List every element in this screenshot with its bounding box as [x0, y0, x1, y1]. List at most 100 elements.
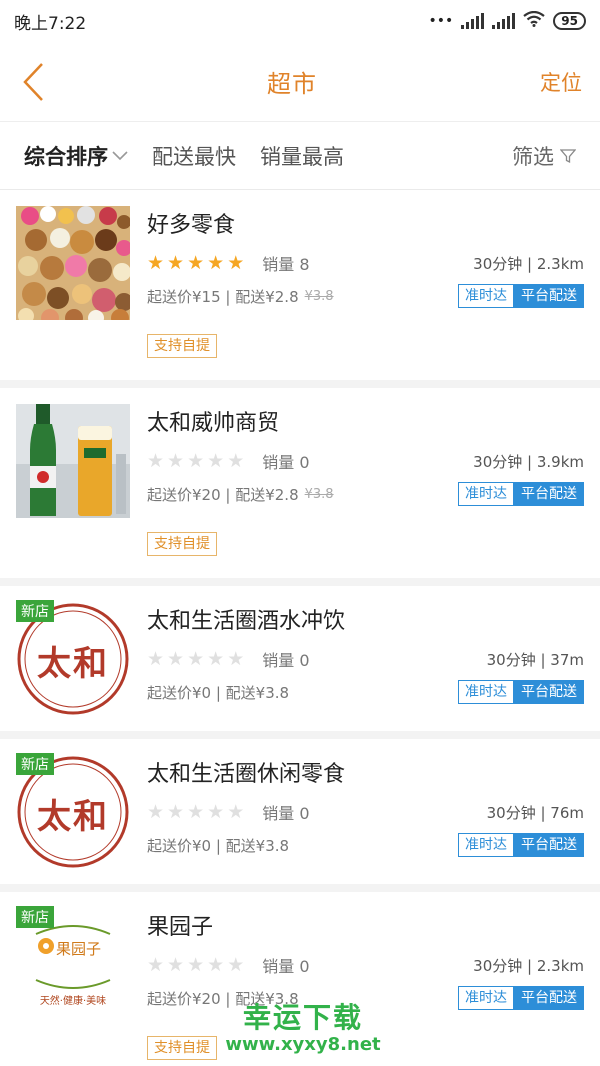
- star-icon: ★: [167, 953, 185, 976]
- price-line: 起送价¥0 | 配送¥3.8: [147, 683, 290, 702]
- shop-item[interactable]: 新店 太和 太和生活圈休闲零食 ★ ★ ★ ★ ★ 销量 0 30分钟 | 76m 起送…: [0, 739, 600, 884]
- platform-delivery-badge: 平台配送: [514, 284, 584, 308]
- star-icon: ★: [147, 953, 165, 976]
- original-fee: ¥3.8: [304, 288, 334, 304]
- status-bar: 晚上7:22 ••• 95: [0, 0, 600, 42]
- shop-item[interactable]: 新店 太和 太和生活圈酒水冲饮 ★ ★ ★ ★ ★ 销量 0 30分钟 | 37m 起送…: [0, 586, 600, 731]
- original-fee: ¥3.8: [304, 486, 334, 502]
- delivery-time-distance: 30分钟 | 2.3km: [473, 956, 584, 975]
- delivery-badges: 准时达 平台配送: [458, 482, 584, 506]
- shop-logo-text: 太和: [37, 644, 109, 684]
- star-icon: ★: [187, 449, 205, 472]
- delivery-time-distance: 30分钟 | 3.9km: [473, 452, 584, 471]
- battery-icon: 95: [553, 12, 586, 30]
- price-line: 起送价¥0 | 配送¥3.8: [147, 836, 290, 855]
- new-shop-tag: 新店: [16, 906, 54, 928]
- platform-delivery-badge: 平台配送: [514, 680, 584, 704]
- on-time-badge: 准时达: [458, 284, 514, 308]
- shop-info: 太和威帅商贸 ★ ★ ★ ★ ★ 销量 0 30分钟 | 3.9km 起送价¥20 | …: [147, 408, 584, 510]
- sort-fastest[interactable]: 配送最快: [152, 141, 236, 171]
- new-shop-tag: 新店: [16, 753, 54, 775]
- watermark-title: 幸运下载: [242, 1001, 363, 1034]
- star-icon: ★: [167, 449, 185, 472]
- shop-logo-text: 果园子: [56, 940, 102, 958]
- shop-info: 果园子 ★ ★ ★ ★ ★ 销量 0 30分钟 | 2.3km 起送价¥20 | 配送¥…: [147, 912, 584, 1014]
- star-icon: ★: [227, 647, 245, 670]
- wifi-icon: [523, 10, 545, 31]
- shop-item[interactable]: 太和威帅商贸 ★ ★ ★ ★ ★ 销量 0 30分钟 | 3.9km 起送价¥20 | …: [0, 388, 600, 578]
- shop-name: 太和威帅商贸: [147, 411, 280, 436]
- shop-item[interactable]: 好多零食 ★ ★ ★ ★ ★ 销量 8 30分钟 | 2.3km 起送价¥15 | 配送…: [0, 190, 600, 380]
- star-icon: ★: [227, 251, 245, 274]
- signal-hd-icon: [492, 13, 516, 29]
- on-time-badge: 准时达: [458, 680, 514, 704]
- star-icon: ★: [187, 953, 205, 976]
- price-line: 起送价¥20 | 配送¥2.8: [147, 485, 299, 504]
- shop-logo-slogan: 天然·健康·美味: [39, 996, 107, 1007]
- star-icon: ★: [227, 449, 245, 472]
- shop-thumbnail-snacks: [16, 206, 130, 320]
- shop-info: 好多零食 ★ ★ ★ ★ ★ 销量 8 30分钟 | 2.3km 起送价¥15 | 配送…: [147, 210, 584, 312]
- page-title: 超市: [267, 70, 317, 98]
- shop-name: 太和生活圈休闲零食: [147, 762, 346, 787]
- shop-name: 好多零食: [147, 213, 236, 238]
- star-icon: ★: [167, 647, 185, 670]
- star-icon: ★: [227, 953, 245, 976]
- sort-bestselling[interactable]: 销量最高: [260, 141, 344, 171]
- rating-stars: ★ ★ ★ ★ ★: [147, 953, 245, 976]
- star-icon: ★: [167, 800, 185, 823]
- watermark-url: www.xyxy8.net: [225, 1034, 381, 1055]
- rating-stars: ★ ★ ★ ★ ★: [147, 800, 245, 823]
- rating-stars: ★ ★ ★ ★ ★: [147, 449, 245, 472]
- star-icon: ★: [187, 800, 205, 823]
- rating-stars: ★ ★ ★ ★ ★: [147, 251, 245, 274]
- star-icon: ★: [167, 251, 185, 274]
- new-shop-tag: 新店: [16, 600, 54, 622]
- star-icon: ★: [227, 800, 245, 823]
- status-time: 晚上7:22: [14, 13, 87, 34]
- platform-delivery-badge: 平台配送: [514, 986, 584, 1010]
- more-dots-icon: •••: [428, 13, 454, 29]
- shop-info: 太和生活圈酒水冲饮 ★ ★ ★ ★ ★ 销量 0 30分钟 | 37m 起送价¥0 | …: [147, 606, 584, 708]
- star-icon: ★: [147, 647, 165, 670]
- delivery-time-distance: 30分钟 | 2.3km: [473, 254, 584, 273]
- rating-stars: ★ ★ ★ ★ ★: [147, 647, 245, 670]
- back-icon[interactable]: [22, 62, 44, 102]
- star-icon: ★: [207, 647, 225, 670]
- shop-info: 太和生活圈休闲零食 ★ ★ ★ ★ ★ 销量 0 30分钟 | 76m 起送价¥0 | …: [147, 759, 584, 861]
- shop-name: 果园子: [147, 915, 214, 940]
- sales-count: 销量 0: [262, 804, 310, 823]
- signal-icon: [461, 13, 485, 29]
- price-line: 起送价¥15 | 配送¥2.8: [147, 287, 299, 306]
- sales-count: 销量 0: [262, 453, 310, 472]
- filter-button[interactable]: 筛选: [512, 141, 576, 171]
- shop-logo-text: 太和: [37, 797, 109, 837]
- self-pickup-tag: 支持自提: [147, 1036, 217, 1060]
- star-icon: ★: [147, 449, 165, 472]
- delivery-badges: 准时达 平台配送: [458, 680, 584, 704]
- sales-count: 销量 0: [262, 651, 310, 670]
- star-icon: ★: [187, 647, 205, 670]
- sort-bar: 综合排序 配送最快 销量最高 筛选: [0, 122, 600, 190]
- chevron-down-icon: [112, 150, 128, 160]
- delivery-badges: 准时达 平台配送: [458, 284, 584, 308]
- platform-delivery-badge: 平台配送: [514, 482, 584, 506]
- filter-label: 筛选: [512, 144, 554, 169]
- on-time-badge: 准时达: [458, 986, 514, 1010]
- star-icon: ★: [147, 800, 165, 823]
- star-icon: ★: [207, 800, 225, 823]
- self-pickup-tag: 支持自提: [147, 532, 217, 556]
- shop-thumbnail-beer: [16, 404, 130, 518]
- sales-count: 销量 8: [262, 255, 310, 274]
- sort-default-label: 综合排序: [24, 144, 108, 169]
- locate-button[interactable]: 定位: [540, 67, 582, 97]
- sort-default[interactable]: 综合排序: [24, 141, 128, 171]
- delivery-badges: 准时达 平台配送: [458, 833, 584, 857]
- star-icon: ★: [147, 251, 165, 274]
- on-time-badge: 准时达: [458, 482, 514, 506]
- star-icon: ★: [207, 251, 225, 274]
- platform-delivery-badge: 平台配送: [514, 833, 584, 857]
- delivery-time-distance: 30分钟 | 76m: [486, 803, 584, 822]
- sales-count: 销量 0: [262, 957, 310, 976]
- watermark: 幸运下载 www.xyxy8.net: [218, 1002, 388, 1056]
